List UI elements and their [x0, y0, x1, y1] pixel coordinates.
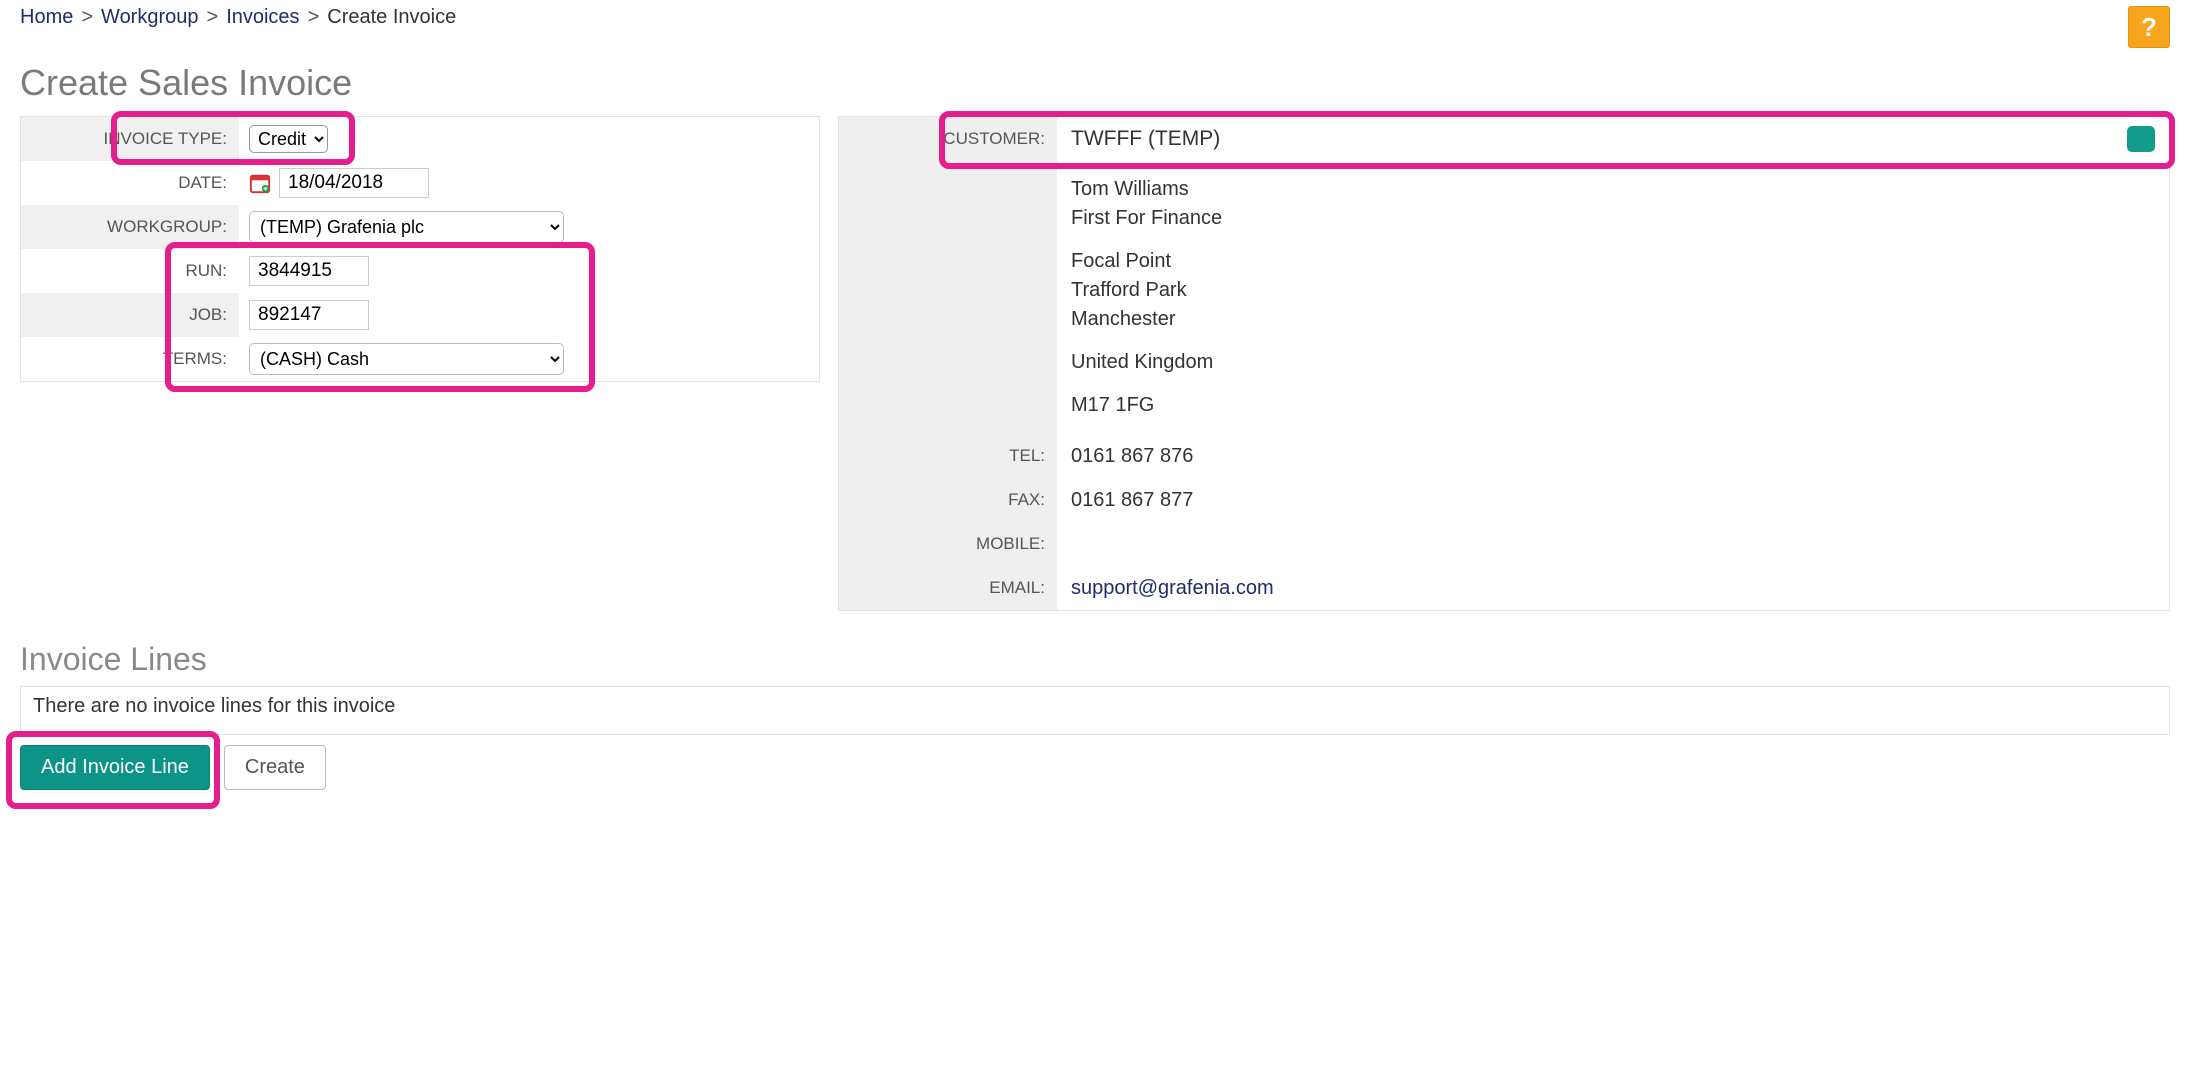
- breadcrumb-home[interactable]: Home: [20, 6, 73, 29]
- breadcrumb-current: Create Invoice: [327, 6, 456, 29]
- create-button[interactable]: Create: [224, 745, 326, 790]
- label-run: RUN:: [21, 249, 239, 293]
- address-name: Tom Williams: [1071, 175, 1222, 204]
- customer-email[interactable]: support@grafenia.com: [1071, 577, 1274, 600]
- label-date: DATE:: [21, 161, 239, 205]
- address-city: Manchester: [1071, 305, 1222, 334]
- label-fax: FAX:: [839, 478, 1057, 522]
- calendar-icon[interactable]: [249, 172, 271, 194]
- address-postcode: M17 1FG: [1071, 391, 1222, 420]
- label-customer: CUSTOMER:: [839, 117, 1057, 161]
- customer-fax: 0161 867 877: [1071, 489, 1193, 512]
- date-input[interactable]: [279, 168, 429, 198]
- customer-code: TWFFF (TEMP): [1071, 127, 1220, 151]
- customer-address: Tom Williams First For Finance Focal Poi…: [1071, 169, 1222, 426]
- run-input[interactable]: [249, 256, 369, 286]
- add-invoice-line-button[interactable]: Add Invoice Line: [20, 745, 210, 790]
- job-input[interactable]: [249, 300, 369, 330]
- address-line2: Trafford Park: [1071, 276, 1222, 305]
- help-button[interactable]: ?: [2128, 6, 2170, 48]
- customer-tel: 0161 867 876: [1071, 445, 1193, 468]
- invoice-lines-empty: There are no invoice lines for this invo…: [33, 695, 2157, 718]
- label-email: EMAIL:: [839, 566, 1057, 610]
- page-title: Create Sales Invoice: [20, 62, 2170, 104]
- workgroup-select[interactable]: (TEMP) Grafenia plc: [249, 211, 564, 243]
- breadcrumb-sep: >: [207, 6, 219, 29]
- question-icon: ?: [2141, 12, 2157, 43]
- label-address-empty: [839, 161, 1057, 434]
- label-tel: TEL:: [839, 434, 1057, 478]
- invoice-lines-panel: There are no invoice lines for this invo…: [20, 686, 2170, 735]
- breadcrumb-invoices[interactable]: Invoices: [226, 6, 299, 29]
- invoice-lines-heading: Invoice Lines: [20, 641, 2170, 678]
- customer-panel: CUSTOMER: TWFFF (TEMP) Tom Williams Firs…: [838, 116, 2170, 611]
- terms-select[interactable]: (CASH) Cash: [249, 343, 564, 375]
- breadcrumb-workgroup[interactable]: Workgroup: [101, 6, 198, 29]
- label-workgroup: WORKGROUP:: [21, 205, 239, 249]
- address-country: United Kingdom: [1071, 348, 1222, 377]
- breadcrumb-sep: >: [81, 6, 93, 29]
- breadcrumb-sep: >: [308, 6, 320, 29]
- address-company: First For Finance: [1071, 204, 1222, 233]
- invoice-type-select[interactable]: Credit: [249, 125, 328, 153]
- label-terms: TERMS:: [21, 337, 239, 381]
- label-job: JOB:: [21, 293, 239, 337]
- label-invoice-type: INVOICE TYPE:: [21, 117, 239, 161]
- invoice-details-panel: INVOICE TYPE: Credit DATE:: [20, 116, 820, 382]
- label-mobile: MOBILE:: [839, 522, 1057, 566]
- customer-status-chip[interactable]: [2127, 126, 2155, 152]
- breadcrumb: Home > Workgroup > Invoices > Create Inv…: [20, 6, 456, 29]
- address-line1: Focal Point: [1071, 247, 1222, 276]
